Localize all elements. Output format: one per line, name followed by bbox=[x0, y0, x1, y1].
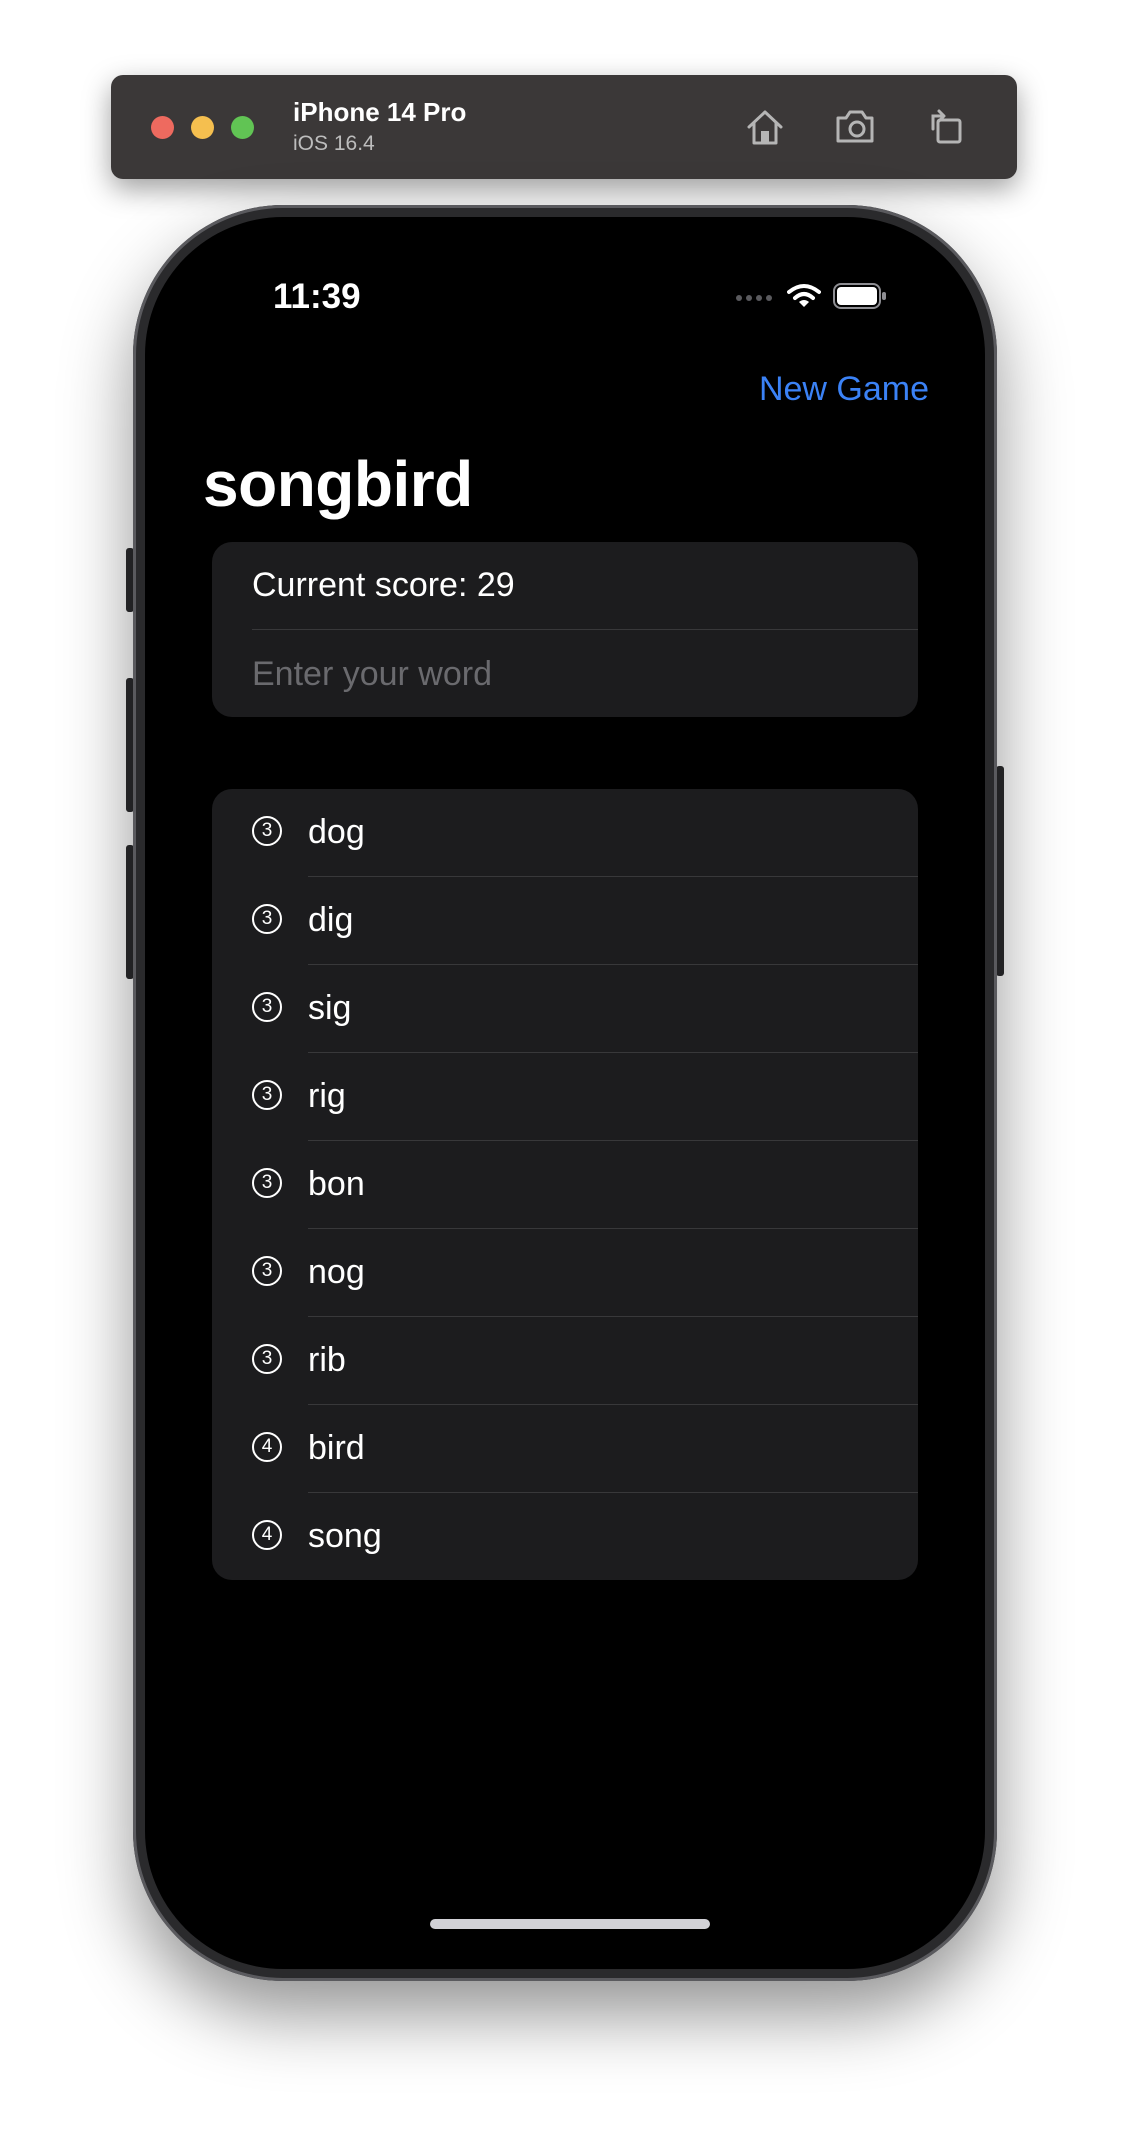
word-label: sig bbox=[308, 989, 352, 1027]
word-input[interactable] bbox=[252, 643, 872, 705]
word-label: rib bbox=[308, 1341, 346, 1379]
list-item[interactable]: 3 rig bbox=[212, 1053, 918, 1141]
word-label: dog bbox=[308, 813, 365, 851]
letter-count-icon: 3 bbox=[252, 904, 282, 934]
letter-count-icon: 4 bbox=[252, 1520, 282, 1550]
phone-screen: 11:39 New Game songbird Current score: 2… bbox=[145, 217, 985, 1969]
camera-icon[interactable] bbox=[831, 103, 879, 151]
simulator-title-bar: iPhone 14 Pro iOS 16.4 bbox=[111, 75, 1017, 179]
list-item[interactable]: 3 dig bbox=[212, 877, 918, 965]
score-input-section: Current score: 29 bbox=[212, 542, 918, 717]
word-label: nog bbox=[308, 1253, 365, 1291]
list-item[interactable]: 4 bird bbox=[212, 1405, 918, 1493]
word-label: bird bbox=[308, 1429, 365, 1467]
home-icon[interactable] bbox=[741, 103, 789, 151]
simulator-device-name: iPhone 14 Pro bbox=[293, 97, 467, 127]
word-label: bon bbox=[308, 1165, 365, 1203]
minimize-window-button[interactable] bbox=[191, 116, 214, 139]
letter-count-icon: 3 bbox=[252, 1080, 282, 1110]
power-button bbox=[996, 766, 1004, 976]
letter-count-icon: 3 bbox=[252, 1256, 282, 1286]
word-label: dig bbox=[308, 901, 354, 939]
list-item[interactable]: 3 dog bbox=[212, 789, 918, 877]
letter-count-icon: 3 bbox=[252, 1168, 282, 1198]
letter-count-icon: 3 bbox=[252, 992, 282, 1022]
section-divider bbox=[252, 629, 918, 630]
word-list: 3 dog 3 dig 3 sig 3 rig 3 bon 3 nog 3 rib 4 bird 4 song bbox=[212, 789, 918, 1580]
battery-icon bbox=[833, 283, 887, 309]
word-label: song bbox=[308, 1517, 382, 1555]
letter-count-icon: 3 bbox=[252, 816, 282, 846]
list-item[interactable]: 4 song bbox=[212, 1493, 918, 1580]
new-game-button[interactable]: New Game bbox=[759, 370, 929, 409]
status-time: 11:39 bbox=[273, 277, 361, 316]
list-item[interactable]: 3 sig bbox=[212, 965, 918, 1053]
zoom-window-button[interactable] bbox=[231, 116, 254, 139]
page-title: songbird bbox=[203, 448, 473, 520]
list-item[interactable]: 3 rib bbox=[212, 1317, 918, 1405]
letter-count-icon: 3 bbox=[252, 1344, 282, 1374]
wifi-icon bbox=[787, 283, 821, 309]
close-window-button[interactable] bbox=[151, 116, 174, 139]
current-score-label: Current score: 29 bbox=[252, 566, 515, 604]
home-indicator[interactable] bbox=[430, 1919, 710, 1929]
letter-count-icon: 4 bbox=[252, 1432, 282, 1462]
list-item[interactable]: 3 nog bbox=[212, 1229, 918, 1317]
cellular-signal-icon bbox=[735, 290, 775, 302]
simulator-os-version: iOS 16.4 bbox=[293, 132, 375, 155]
rotate-icon[interactable] bbox=[921, 103, 969, 151]
word-label: rig bbox=[308, 1077, 346, 1115]
used-words-list: 3 dog 3 dig 3 sig 3 rig 3 bon 3 nog 3 rib 4 bird 4 song bbox=[212, 789, 918, 1580]
status-icons bbox=[735, 283, 887, 309]
list-item[interactable]: 3 bon bbox=[212, 1141, 918, 1229]
